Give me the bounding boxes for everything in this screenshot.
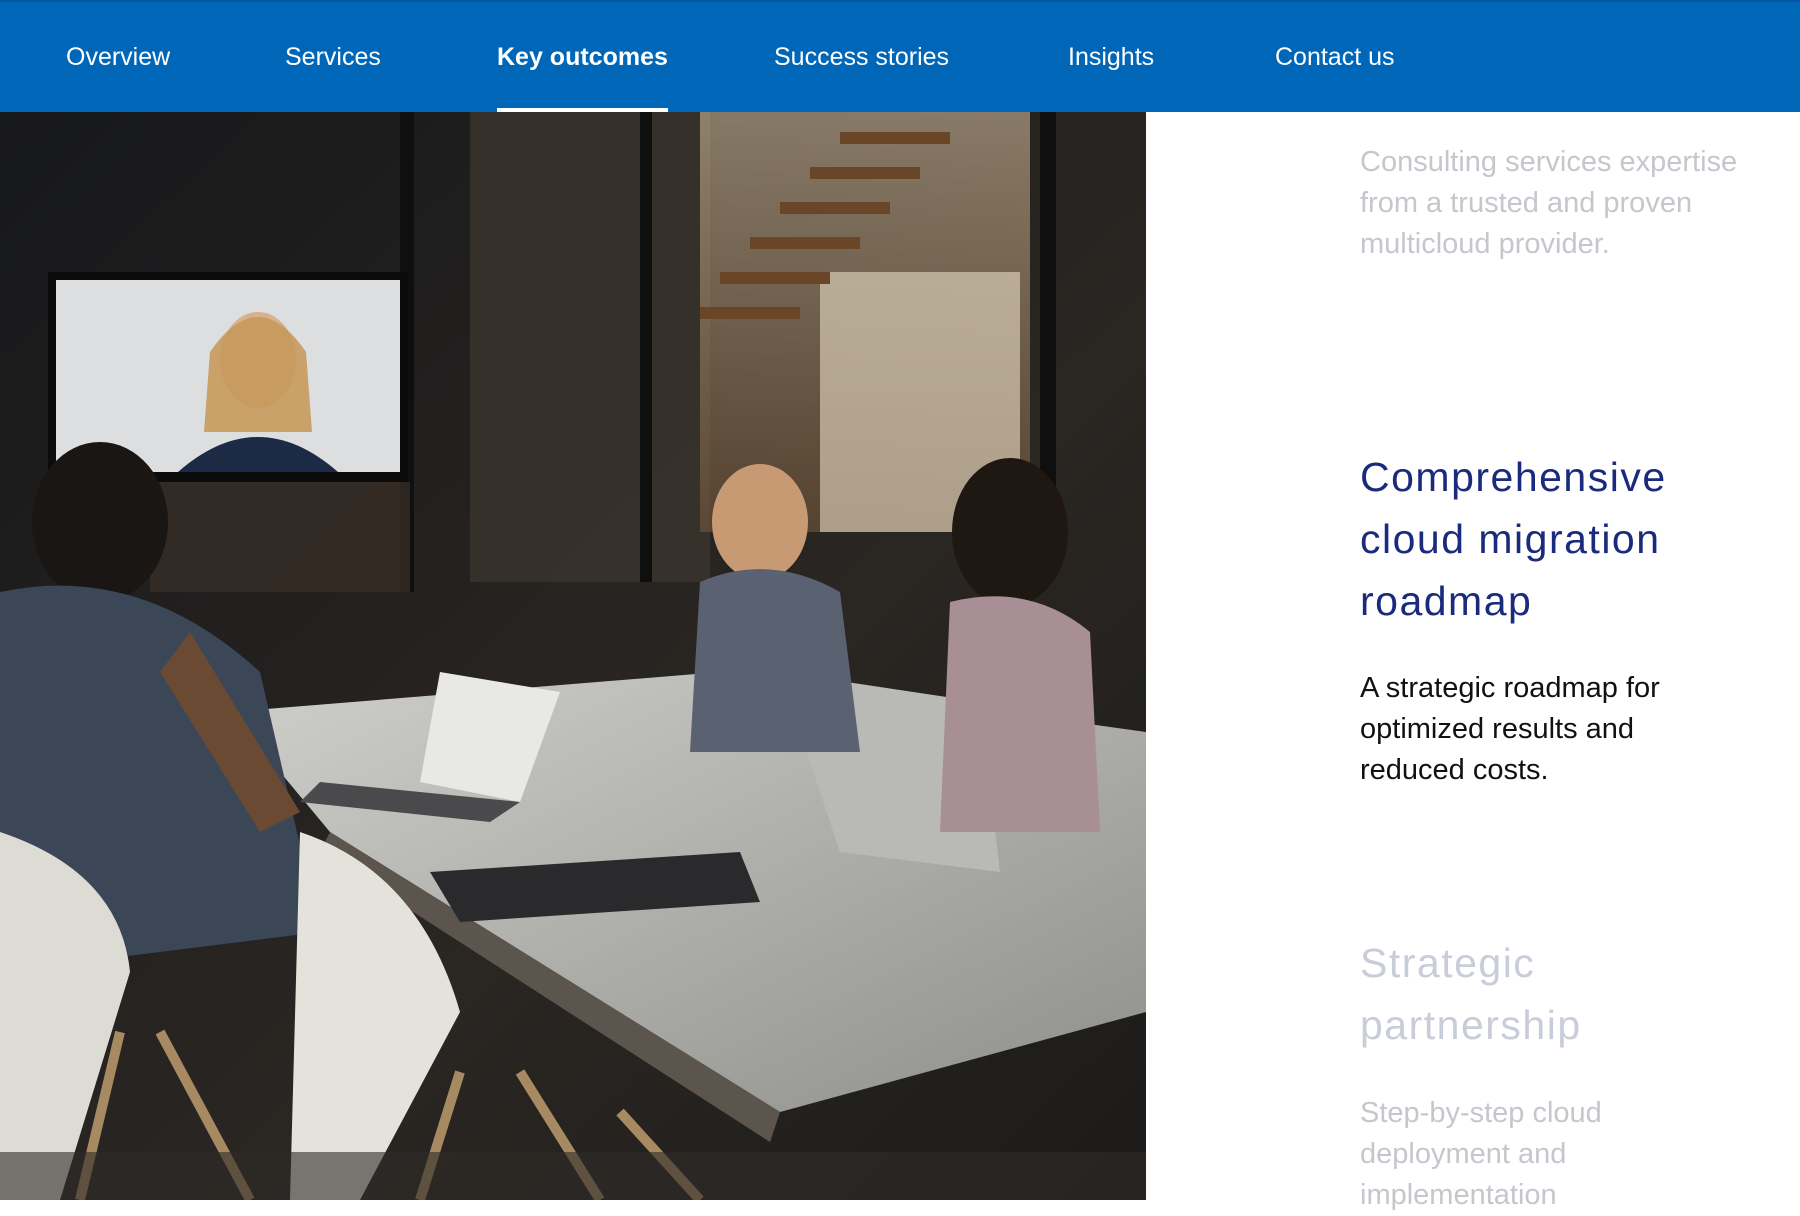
outcome-description: A strategic roadmap for optimized result… [1360, 672, 1660, 786]
tab-overview[interactable]: Overview [66, 2, 170, 112]
tab-insights[interactable]: Insights [1068, 2, 1154, 112]
previous-outcome-description: Consulting services expertise from a tru… [1360, 146, 1738, 260]
tab-key-outcomes[interactable]: Key outcomes [497, 2, 668, 112]
tab-success-stories[interactable]: Success stories [774, 2, 949, 112]
tab-contact-us[interactable]: Contact us [1275, 2, 1395, 112]
outcome-heading: Comprehensive cloud migration roadmap [1360, 454, 1667, 624]
tab-services[interactable]: Services [285, 2, 381, 112]
next-outcome-heading: Strategic partnership [1360, 940, 1582, 1048]
hero-image [0, 112, 1146, 1200]
meeting-room-illustration [0, 112, 1146, 1200]
top-nav: Overview Services Key outcomes Success s… [0, 0, 1800, 112]
next-outcome-description: Step-by-step cloud deployment and implem… [1360, 1097, 1602, 1211]
